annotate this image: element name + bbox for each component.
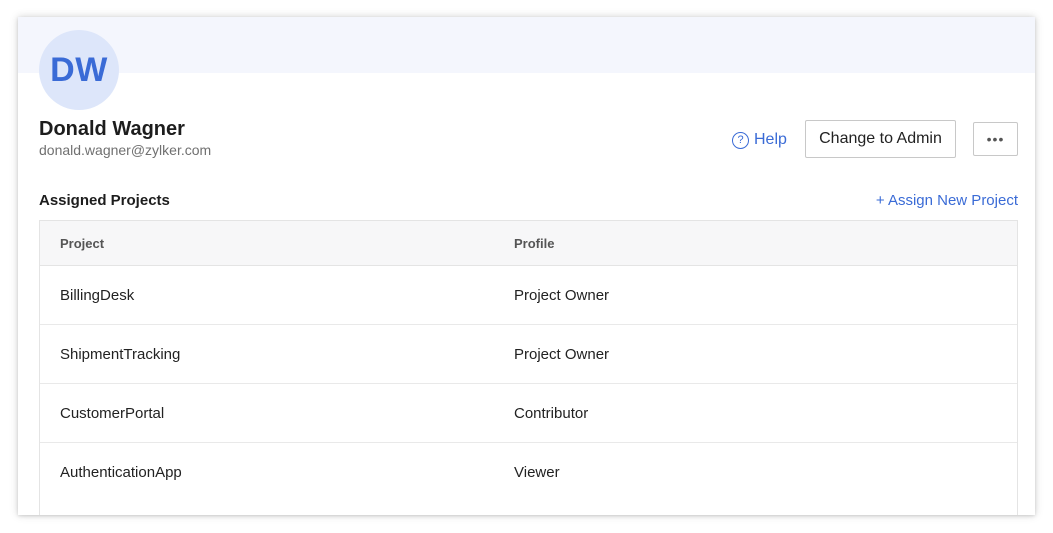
column-header-project: Project xyxy=(60,235,105,251)
profile-cell: Project Owner xyxy=(514,286,610,304)
ellipsis-icon: ••• xyxy=(986,131,1005,147)
column-header-profile: Profile xyxy=(514,235,555,251)
profile-banner xyxy=(18,17,1035,73)
section-title: Assigned Projects xyxy=(39,192,170,209)
more-options-button[interactable]: ••• xyxy=(973,122,1018,156)
table-row[interactable]: ShipmentTracking Project Owner xyxy=(40,325,1017,384)
avatar-initials: DW xyxy=(50,50,108,89)
avatar: DW xyxy=(39,30,119,110)
help-label: Help xyxy=(754,131,787,148)
profile-cell: Project Owner xyxy=(514,345,610,363)
table-header: Project Profile xyxy=(40,221,1017,266)
table-row[interactable]: BillingDesk Project Owner xyxy=(40,266,1017,325)
profile-cell: Contributor xyxy=(514,404,589,422)
question-circle-icon: ? xyxy=(732,131,749,149)
assigned-projects-table: Project Profile BillingDesk Project Owne… xyxy=(39,220,1018,515)
project-cell: AuthenticationApp xyxy=(60,464,182,481)
project-cell: BillingDesk xyxy=(60,286,135,304)
help-link[interactable]: ? Help xyxy=(732,129,787,151)
user-email: donald.wagner@zylker.com xyxy=(39,142,212,158)
table-row[interactable]: CustomerPortal Contributor xyxy=(40,384,1017,443)
user-detail-panel: DW Donald Wagner donald.wagner@zylker.co… xyxy=(18,17,1035,515)
project-cell: ShipmentTracking xyxy=(60,345,181,363)
table-row[interactable]: AuthenticationApp Viewer xyxy=(40,443,1017,502)
profile-cell: Viewer xyxy=(514,464,560,481)
change-to-admin-button[interactable]: Change to Admin xyxy=(805,120,956,158)
project-cell: CustomerPortal xyxy=(60,404,165,422)
assign-new-project-link[interactable]: + Assign New Project xyxy=(876,192,1018,209)
user-name: Donald Wagner xyxy=(39,118,185,140)
